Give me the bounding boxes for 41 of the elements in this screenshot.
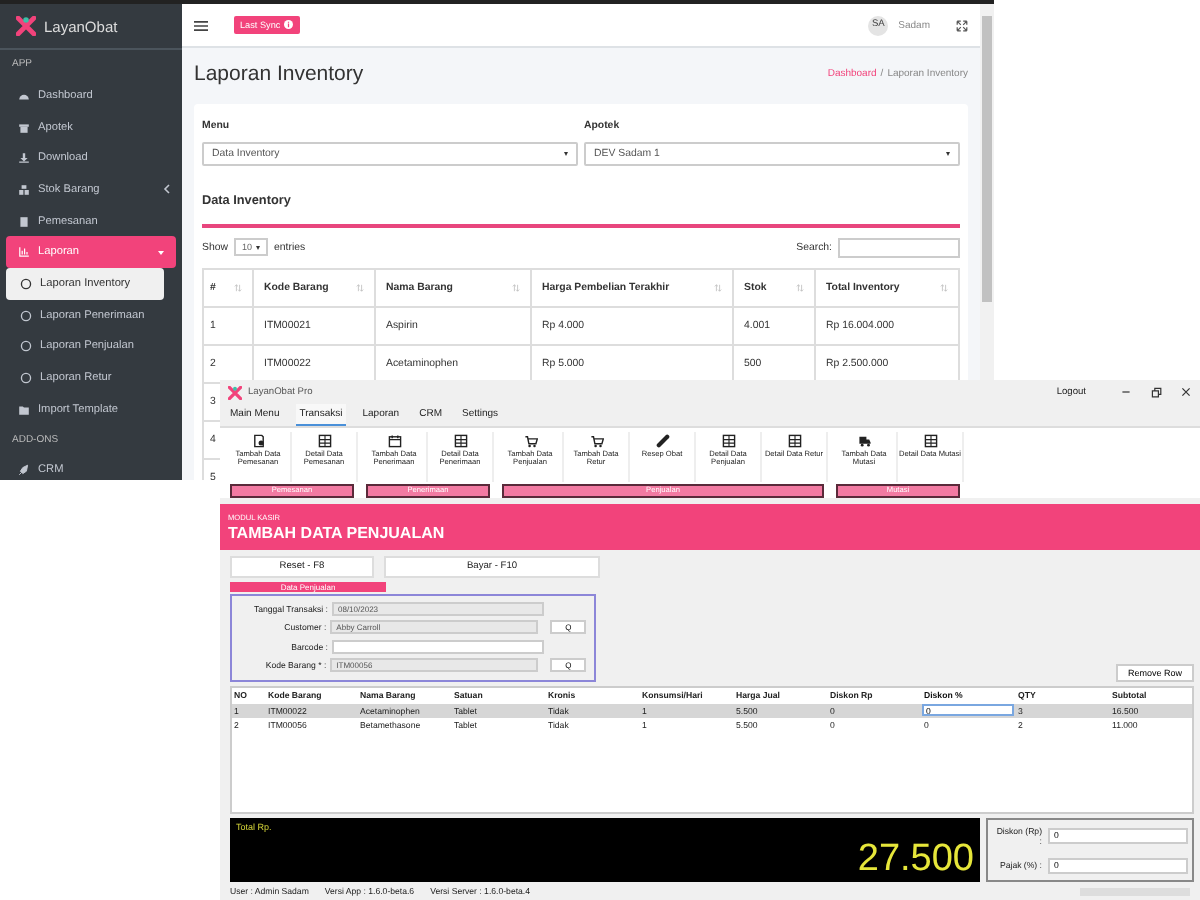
- store-icon: [18, 121, 30, 134]
- logo-icon: [16, 16, 36, 36]
- search-field[interactable]: [838, 237, 960, 257]
- download-icon: [18, 152, 30, 165]
- sort-icon[interactable]: [940, 283, 948, 291]
- sort-icon[interactable]: [512, 283, 520, 291]
- cart-icon: [589, 434, 603, 448]
- boxes-icon: [18, 183, 30, 196]
- total-amount: 27.500: [857, 840, 974, 878]
- logo-icon: [228, 385, 242, 399]
- folder-icon: [18, 403, 30, 416]
- circle-icon: [20, 340, 32, 353]
- page-heading: TAMBAH DATA PENJUALAN: [228, 523, 447, 541]
- expand-icon[interactable]: [956, 19, 968, 31]
- table-icon: [787, 434, 801, 448]
- scrollbar-thumb[interactable]: [982, 16, 992, 302]
- sort-icon[interactable]: [234, 283, 242, 291]
- truck-icon: [857, 434, 871, 448]
- chart-icon: [18, 246, 30, 259]
- calendar-icon: [387, 434, 401, 448]
- table-icon: [721, 434, 735, 448]
- sort-icon[interactable]: [356, 283, 364, 291]
- gauge-icon: [18, 89, 30, 102]
- sort-icon[interactable]: [714, 283, 722, 291]
- sort-icon[interactable]: [796, 283, 804, 291]
- circle-icon: [20, 277, 32, 290]
- pill-icon: [655, 434, 669, 448]
- doc-icon: [251, 434, 265, 448]
- menu-icon[interactable]: [194, 19, 208, 31]
- circle-icon: [20, 372, 32, 385]
- cart-icon: [523, 434, 537, 448]
- table-icon: [317, 434, 331, 448]
- table-icon: [923, 434, 937, 448]
- circle-icon: [20, 309, 32, 322]
- input-field[interactable]: [332, 639, 544, 654]
- restore-icon[interactable]: [1150, 386, 1162, 398]
- page-title: Laporan Inventory: [194, 62, 364, 86]
- table-icon: [453, 434, 467, 448]
- minimize-icon[interactable]: [1120, 386, 1132, 398]
- info-icon: [284, 20, 294, 30]
- close-icon[interactable]: [1180, 386, 1192, 398]
